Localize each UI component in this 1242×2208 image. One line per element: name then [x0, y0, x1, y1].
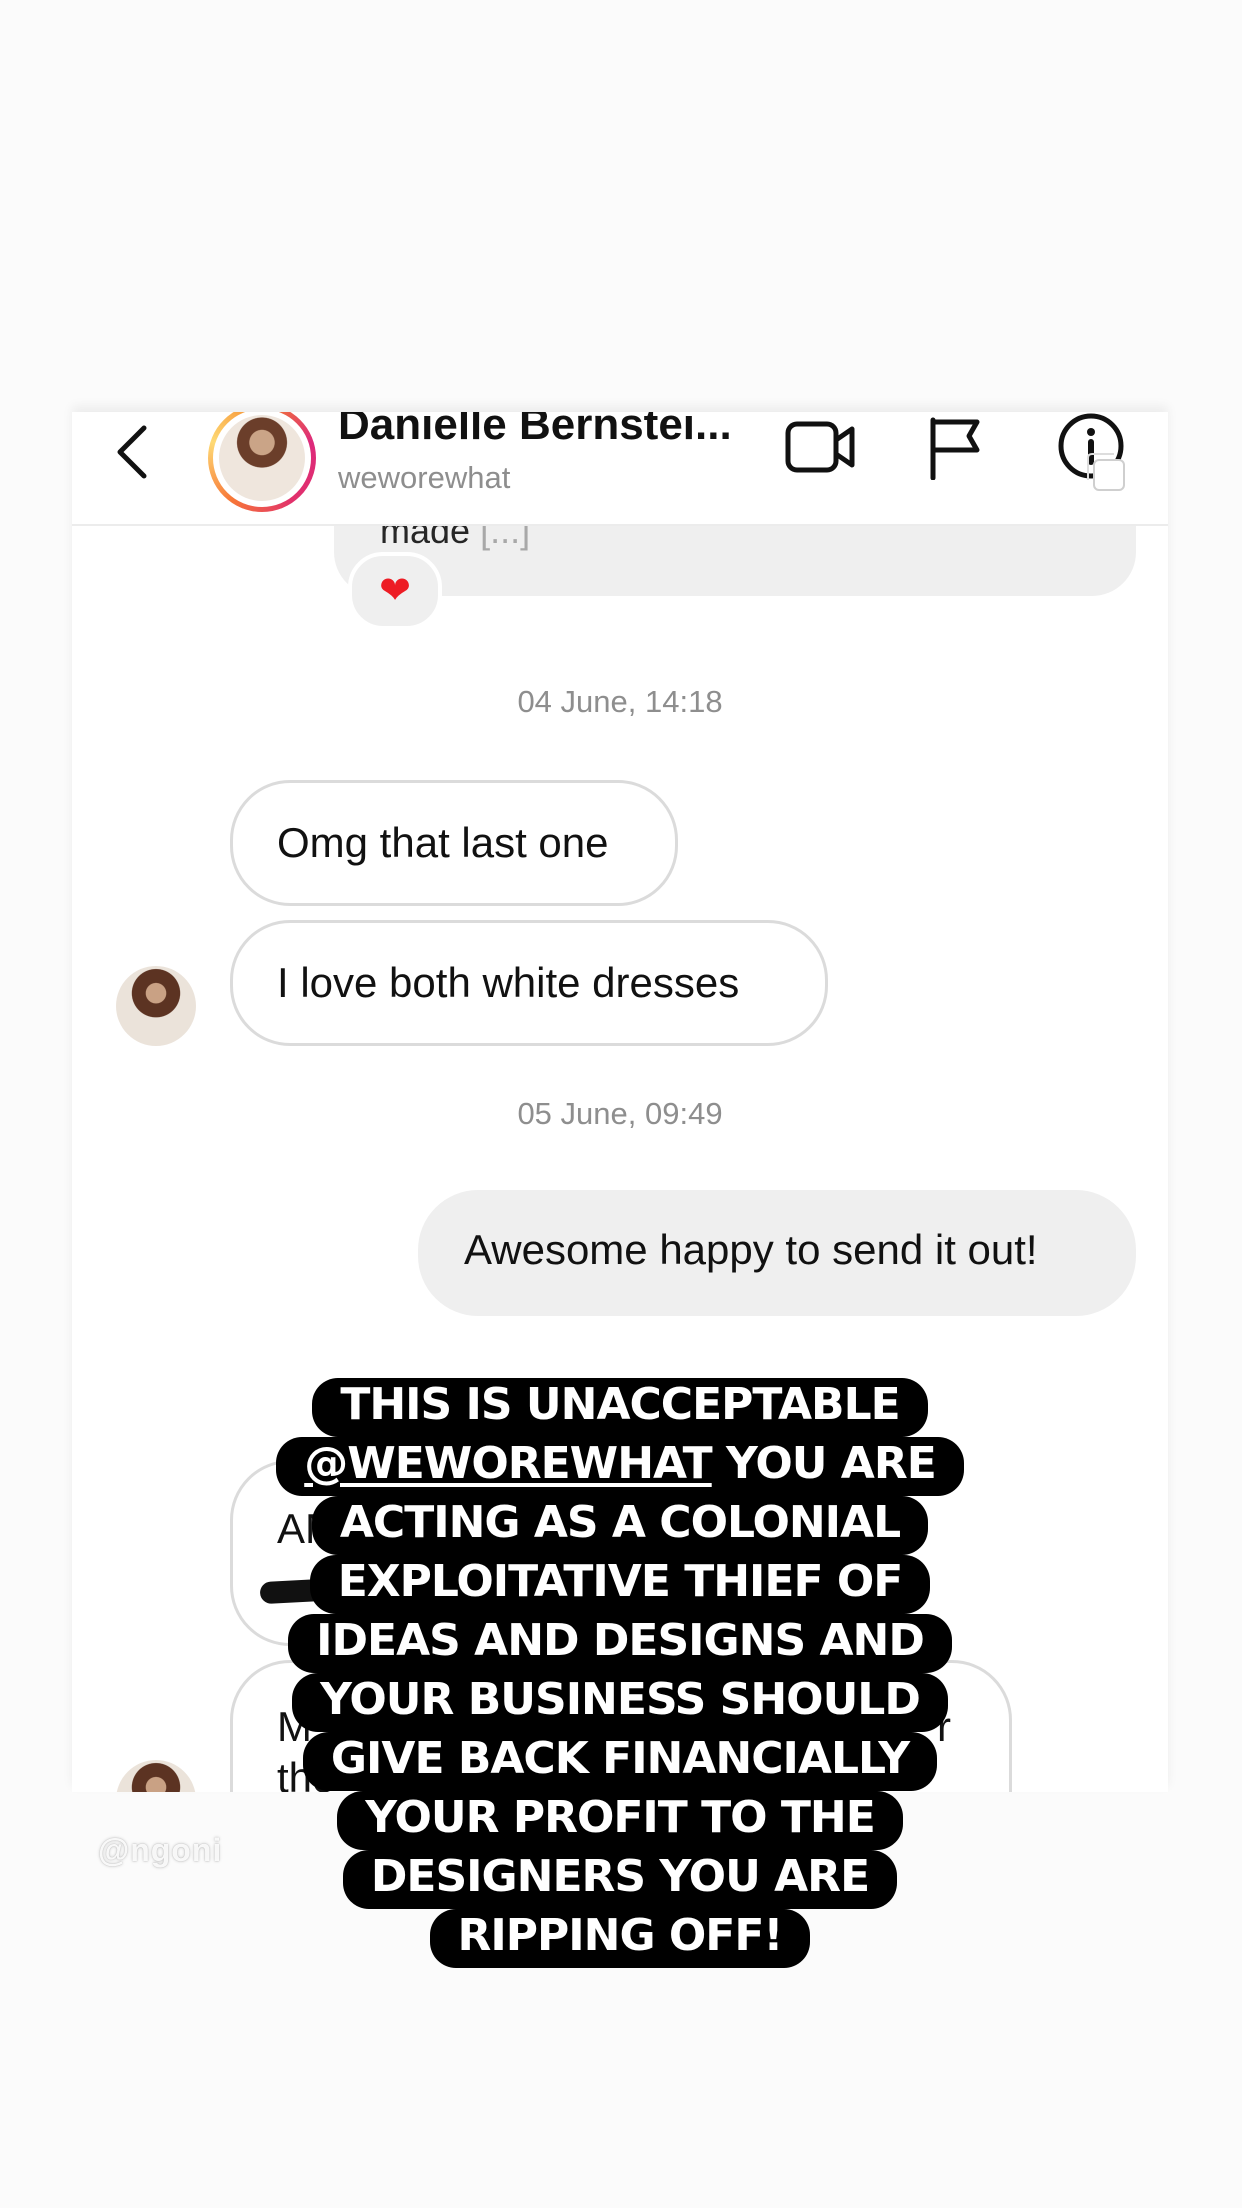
video-call-icon[interactable]	[784, 416, 858, 476]
caption-line: THIS IS UNACCEPTABLE	[312, 1378, 928, 1437]
heart-reaction-icon[interactable]: ❤	[348, 552, 442, 630]
timestamp: 05 June, 09:49	[517, 1096, 723, 1131]
profile-avatar[interactable]	[208, 412, 316, 512]
caption-line: DESIGNERS YOU ARE	[342, 1850, 898, 1909]
sender-avatar[interactable]	[116, 966, 196, 1046]
caption-line: YOUR PROFIT TO THE	[337, 1791, 903, 1850]
back-arrow-icon[interactable]	[112, 422, 152, 482]
outgoing-message[interactable]: Awesome happy to send it out!	[418, 1190, 1136, 1316]
timestamp: 04 June, 14:18	[517, 684, 723, 719]
contact-username[interactable]: weworewhat	[338, 460, 510, 496]
caption-line: IDEAS AND DESIGNS AND	[288, 1614, 952, 1673]
caption-line: EXPLOITATIVE THIEF OF	[309, 1555, 931, 1614]
incoming-message[interactable]: Omg that last one	[230, 780, 678, 906]
incoming-message[interactable]: I love both white dresses	[230, 920, 828, 1046]
copy-overlay-icon	[1087, 453, 1125, 491]
contact-display-name[interactable]: Danielle Bernstei...	[338, 412, 732, 450]
flag-icon[interactable]	[927, 416, 983, 480]
sender-avatar[interactable]	[116, 1760, 196, 1792]
caption-line: YOUR BUSINESS SHOULD	[292, 1673, 948, 1732]
watermark-handle: @ngoni	[98, 1832, 223, 1868]
story-caption: THIS IS UNACCEPTABLE @WEWOREWHAT YOU ARE…	[260, 1378, 980, 1968]
caption-line: ACTING AS A COLONIAL	[311, 1496, 929, 1555]
caption-line: @WEWOREWHAT YOU ARE	[276, 1437, 964, 1496]
caption-mention-link[interactable]: @WEWOREWHAT	[304, 1438, 712, 1489]
chat-header: Danielle Bernstei... weworewhat	[72, 412, 1168, 526]
caption-line: RIPPING OFF!	[429, 1909, 811, 1968]
caption-line: GIVE BACK FINANCIALLY	[302, 1732, 938, 1791]
